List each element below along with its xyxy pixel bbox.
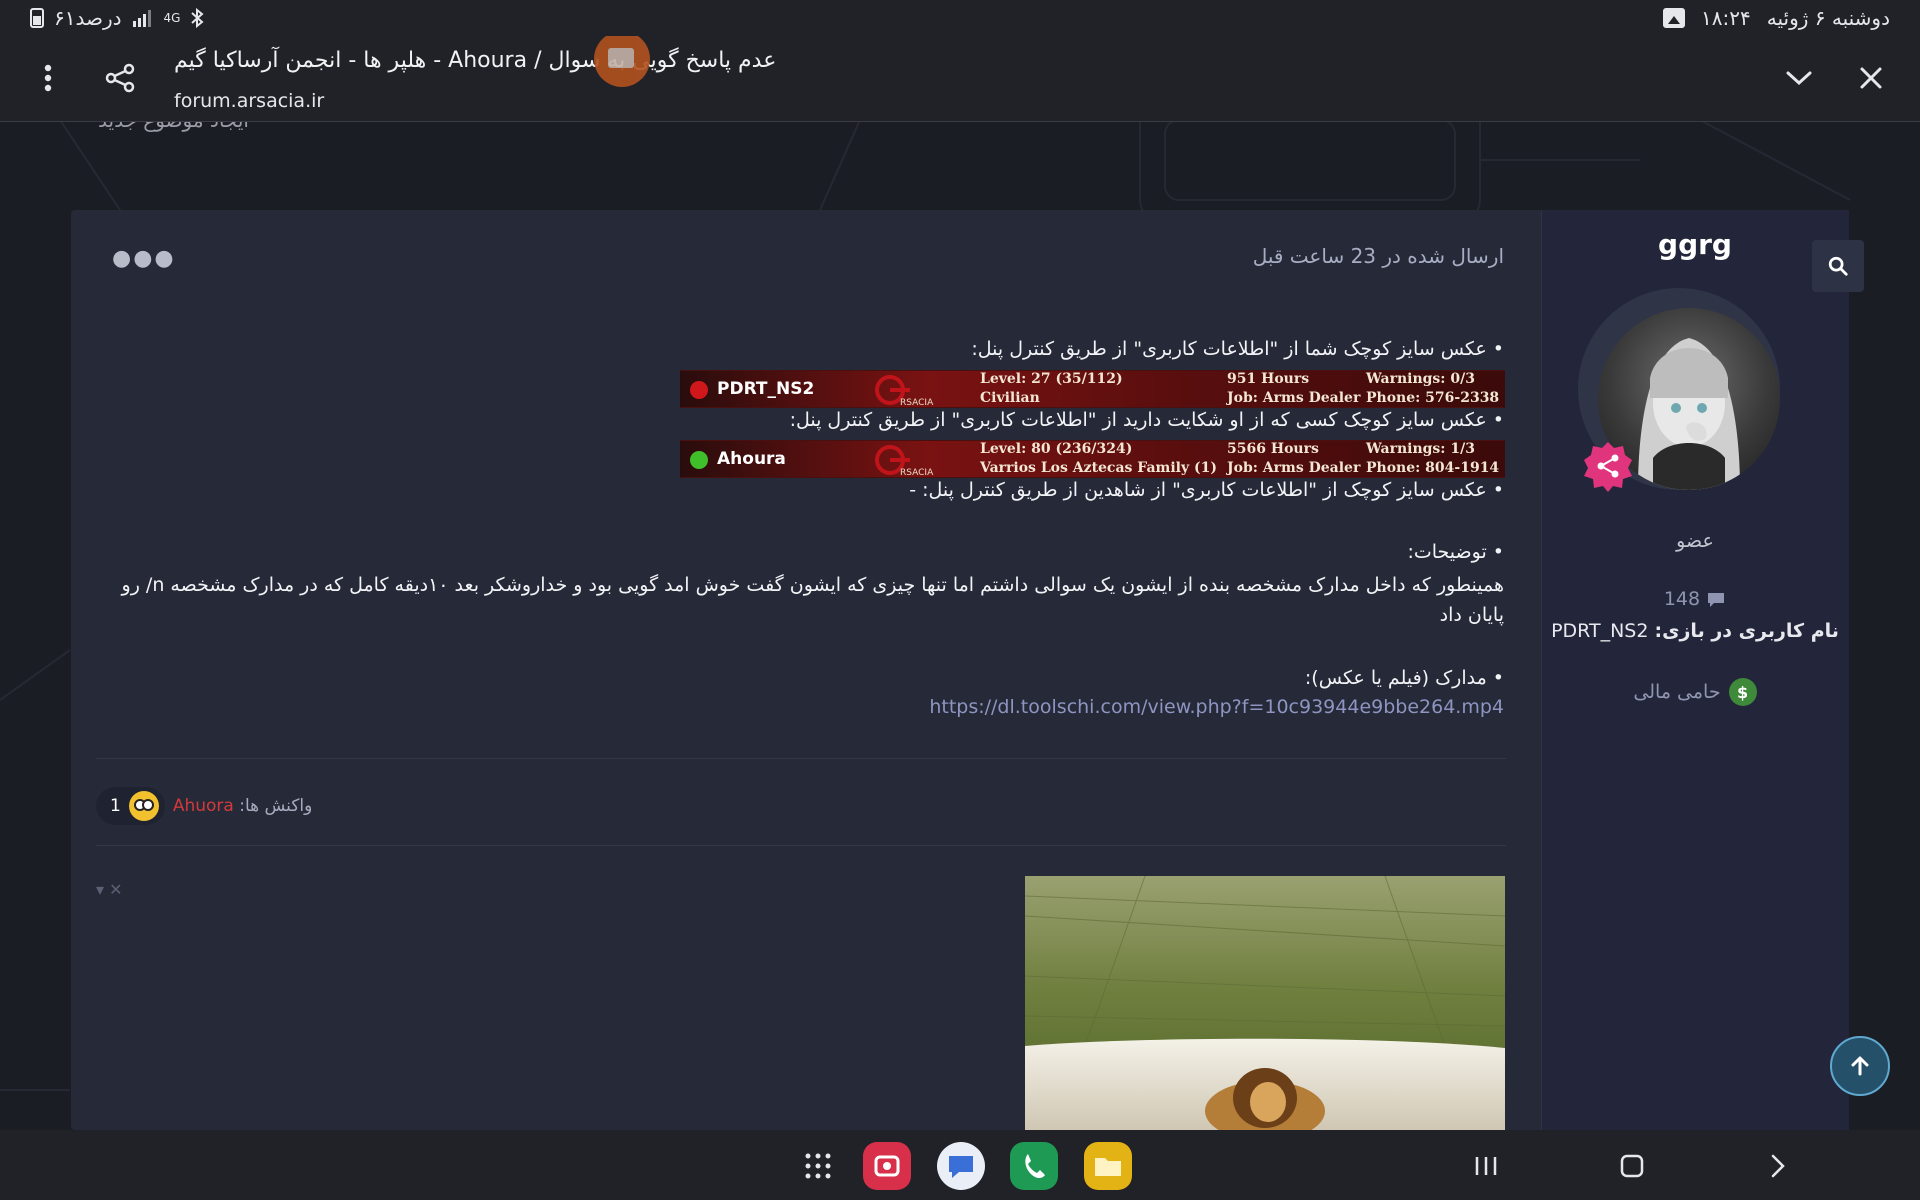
status-bar: ۶۱درصد 4G ۱۸:۲۴ دوشنبه ۶ ژوئیه <box>0 0 1920 36</box>
files-icon[interactable] <box>1084 1142 1132 1190</box>
home-button[interactable] <box>1610 1144 1654 1188</box>
battery-icon <box>30 8 44 28</box>
reactions-label: واکنش ها: Ahuora <box>173 796 313 816</box>
messages-icon[interactable] <box>937 1142 985 1190</box>
battery-text: ۶۱درصد <box>54 6 122 30</box>
bluetooth-icon <box>191 8 205 28</box>
sig-warnings: Warnings: 1/3 <box>1366 441 1475 457</box>
donor-badge: $ حامی مالی <box>1541 678 1849 706</box>
share-button[interactable] <box>92 50 148 106</box>
status-dot <box>690 381 708 399</box>
recent-apps-icon <box>1475 1157 1497 1175</box>
reaction-user[interactable]: Ahuora <box>173 796 234 816</box>
screen: ایجاد موضوع جدید ggrg عضو <box>0 0 1920 1200</box>
custom-tab-bar: عدم پاسخ گویی به سوال / Ahoura - هلپر ها… <box>0 36 1920 122</box>
sig-job: Job: Arms Dealer <box>1227 390 1361 406</box>
lion-image[interactable] <box>1025 876 1505 1130</box>
navigation-bar <box>0 1130 1920 1200</box>
screen-recorder-icon[interactable] <box>863 1142 911 1190</box>
ingame-username: نام کاربری در بازی: PDRT_NS2 <box>1541 620 1849 642</box>
svg-text:RSACIA: RSACIA <box>900 468 934 477</box>
post-count-value: 148 <box>1663 588 1701 610</box>
status-dot <box>690 451 708 469</box>
scroll-to-top-button[interactable] <box>1830 1036 1890 1096</box>
status-right: ۱۸:۲۴ دوشنبه ۶ ژوئیه <box>1663 6 1890 30</box>
chevron-right-icon <box>1771 1154 1785 1178</box>
arsacia-logo: RSACIA <box>875 375 934 407</box>
reaction-count: 1 <box>110 796 121 816</box>
vertical-dots-icon <box>44 64 52 92</box>
date: دوشنبه ۶ ژوئیه <box>1766 6 1890 30</box>
reaction-count-pill[interactable]: 1 <box>96 787 165 825</box>
ingame-value: PDRT_NS2 <box>1551 620 1649 642</box>
divider <box>96 845 1506 846</box>
description-text: همینطور که داخل مدارک مشخصه بنده از ایشو… <box>121 574 1504 626</box>
author-username[interactable]: ggrg <box>1541 228 1849 261</box>
network-type: 4G <box>163 11 181 25</box>
chevron-down-icon <box>1786 71 1812 86</box>
divider <box>96 758 1506 759</box>
sig-faction: Varrios Los Aztecas Family (1) <box>980 460 1217 476</box>
sig-hours: 5566 Hours <box>1227 441 1319 457</box>
post-line-2: • عکس سایز کوچک کسی که از او شکایت دارید… <box>789 409 1504 431</box>
sig-name: PDRT_NS2 <box>717 379 815 399</box>
close-button[interactable] <box>1843 50 1899 106</box>
signature-image-2: Ahoura RSACIA Level: 80 (236/324) Varrio… <box>680 440 1505 478</box>
ingame-label: نام کاربری در بازی: <box>1654 620 1839 642</box>
share-badge <box>1582 440 1634 492</box>
reactions-bar[interactable]: 1 واکنش ها: Ahuora <box>96 786 312 826</box>
reactions-label-text: واکنش ها: <box>239 796 313 816</box>
sig-level: Level: 80 (236/324) <box>980 441 1133 457</box>
gallery-notification-icon <box>1663 8 1686 28</box>
close-icon[interactable]: ✕ <box>109 880 122 899</box>
post-timestamp[interactable]: ارسال شده در 23 ساعت قبل <box>1253 244 1504 268</box>
phone-icon[interactable] <box>1010 1142 1058 1190</box>
home-icon <box>1620 1154 1644 1178</box>
evidence-label: • مدارک (فیلم یا عکس): <box>1304 667 1504 689</box>
sig-faction: Civilian <box>980 390 1040 406</box>
post-options-icon[interactable]: ●●● <box>112 246 176 271</box>
author-post-count: 148 <box>1541 588 1849 610</box>
floating-screen-recorder-bubble[interactable] <box>594 31 650 87</box>
signature-image-1: PDRT_NS2 RSACIA Level: 27 (35/112) Civil… <box>680 370 1505 408</box>
sig-warnings: Warnings: 0/3 <box>1366 371 1475 387</box>
description-label: • توضیحات: <box>1407 541 1504 563</box>
search-button[interactable] <box>1812 240 1864 292</box>
share-icon <box>105 63 135 93</box>
sig-hours: 951 Hours <box>1227 371 1310 387</box>
more-menu-button[interactable] <box>20 50 76 106</box>
comment-icon <box>1708 592 1725 607</box>
donor-label: حامی مالی <box>1633 681 1721 703</box>
dollar-icon: $ <box>1728 678 1757 706</box>
author-role: عضو <box>1676 530 1714 552</box>
close-icon <box>1860 67 1882 89</box>
minimize-button[interactable] <box>1771 50 1827 106</box>
post-line-1: • عکس سایز کوچک شما از "اطلاعات کاربری" … <box>971 338 1504 360</box>
page-url[interactable]: forum.arsacia.ir <box>174 90 324 112</box>
search-icon <box>1828 256 1848 276</box>
apps-grid-icon[interactable] <box>794 1142 842 1190</box>
back-button[interactable] <box>1756 1144 1800 1188</box>
clock: ۱۸:۲۴ <box>1701 6 1751 30</box>
sig-level: Level: 27 (35/112) <box>980 371 1123 387</box>
chevron-down-icon[interactable]: ▾ <box>96 880 104 899</box>
share-badge-icon <box>1584 442 1632 492</box>
confused-emoji-icon <box>128 791 159 821</box>
sig-job: Job: Arms Dealer <box>1227 460 1361 476</box>
arsacia-logo: RSACIA <box>875 445 934 477</box>
evidence-link[interactable]: https://dl.toolschi.com/view.php?f=10c93… <box>929 696 1504 718</box>
page-title: عدم پاسخ گویی به سوال / Ahoura - هلپر ها… <box>174 48 777 73</box>
signal-icon <box>132 10 151 27</box>
sig-phone: Phone: 576-2338 <box>1366 390 1500 406</box>
svg-text:RSACIA: RSACIA <box>900 398 934 407</box>
recent-apps-button[interactable] <box>1464 1144 1508 1188</box>
sig-name: Ahoura <box>717 449 786 469</box>
sig-phone: Phone: 804-1914 <box>1366 460 1500 476</box>
arrow-up-icon <box>1851 1056 1869 1076</box>
post-line-3: • عکس سایز کوچک از "اطلاعات کاربری" از ش… <box>909 479 1504 501</box>
status-left: ۶۱درصد 4G <box>30 6 205 30</box>
image-tools[interactable]: ▾ ✕ <box>96 880 123 899</box>
